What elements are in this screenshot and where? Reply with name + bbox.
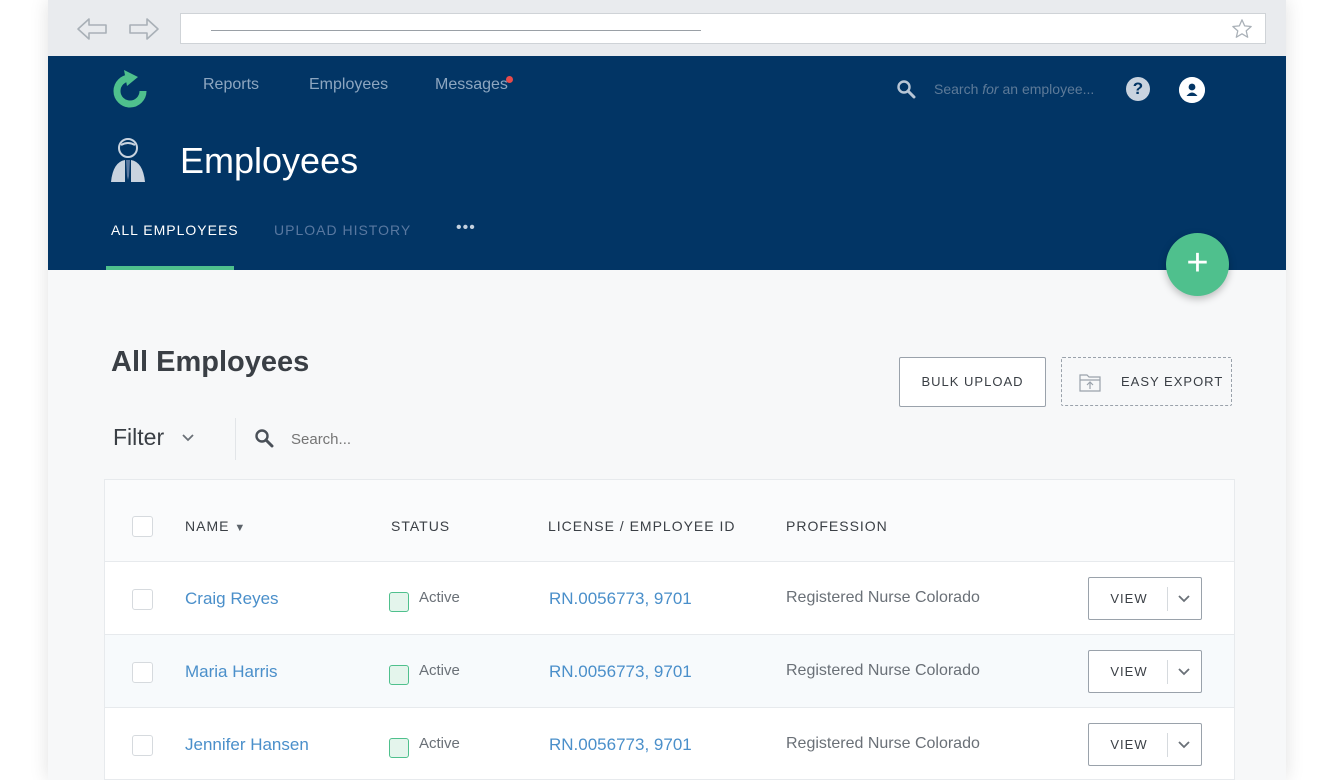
view-separator <box>1167 587 1168 611</box>
view-button[interactable]: VIEW <box>1088 577 1202 620</box>
more-tabs-icon[interactable]: ••• <box>456 219 476 237</box>
row-checkbox[interactable] <box>132 589 153 610</box>
search-placeholder-italic: for <box>982 81 999 97</box>
column-header-profession[interactable]: PROFESSION <box>786 518 888 534</box>
view-label: VIEW <box>1110 664 1148 679</box>
sort-down-icon: ▼ <box>234 522 247 534</box>
search-placeholder-prefix: Search <box>934 81 983 97</box>
table-row: Craig Reyes Active RN.0056773, 9701 Regi… <box>105 562 1234 635</box>
help-icon[interactable]: ? <box>1126 77 1150 101</box>
search-icon <box>255 429 274 448</box>
app-logo-icon[interactable] <box>110 66 150 112</box>
search-placeholder-suffix: an employee... <box>998 81 1095 97</box>
table-row: Jennifer Hansen Active RN.0056773, 9701 … <box>105 708 1234 780</box>
page-title: Employees <box>180 140 359 181</box>
status-indicator <box>389 592 409 612</box>
view-label: VIEW <box>1110 737 1148 752</box>
employee-name-link[interactable]: Craig Reyes <box>185 589 279 609</box>
employee-name-link[interactable]: Maria Harris <box>185 662 278 682</box>
status-text: Active <box>419 735 460 752</box>
forward-arrow-icon[interactable] <box>128 16 160 42</box>
browser-window: Reports Employees Messages Search for an… <box>48 0 1286 780</box>
row-checkbox[interactable] <box>132 735 153 756</box>
table-search-input[interactable] <box>291 431 491 448</box>
filter-dropdown[interactable]: Filter <box>113 424 164 451</box>
name-header-label: NAME <box>185 518 230 534</box>
license-link[interactable]: RN.0056773, 9701 <box>549 662 692 682</box>
filter-divider <box>235 418 236 460</box>
chevron-down-icon[interactable] <box>1177 594 1191 604</box>
status-text: Active <box>419 589 460 606</box>
nav-employees[interactable]: Employees <box>309 76 388 94</box>
status-indicator <box>389 738 409 758</box>
add-employee-button[interactable]: + <box>1166 233 1229 296</box>
url-placeholder-line <box>211 30 701 31</box>
row-checkbox[interactable] <box>132 662 153 683</box>
license-link[interactable]: RN.0056773, 9701 <box>549 735 692 755</box>
column-header-license[interactable]: LICENSE / EMPLOYEE ID <box>548 518 736 534</box>
employee-search-input[interactable]: Search for an employee... <box>934 81 1094 97</box>
license-link[interactable]: RN.0056773, 9701 <box>549 589 692 609</box>
employees-table: NAME ▼ STATUS LICENSE / EMPLOYEE ID PROF… <box>104 479 1235 780</box>
status-text: Active <box>419 662 460 679</box>
view-label: VIEW <box>1110 591 1148 606</box>
star-icon[interactable] <box>1231 18 1253 40</box>
search-icon[interactable] <box>896 79 916 99</box>
column-header-status[interactable]: STATUS <box>391 518 450 534</box>
nav-messages[interactable]: Messages <box>435 76 508 94</box>
profession-text: Registered Nurse Colorado <box>786 589 980 606</box>
chevron-down-icon[interactable] <box>1177 667 1191 677</box>
table-header: NAME ▼ STATUS LICENSE / EMPLOYEE ID PROF… <box>105 480 1234 562</box>
view-separator <box>1167 733 1168 757</box>
folder-upload-icon <box>1079 374 1101 392</box>
profession-text: Registered Nurse Colorado <box>786 662 980 679</box>
active-tab-indicator <box>106 266 234 270</box>
bulk-upload-button[interactable]: BULK UPLOAD <box>899 357 1046 407</box>
tab-upload-history[interactable]: UPLOAD HISTORY <box>274 222 411 238</box>
chevron-down-icon[interactable] <box>1177 740 1191 750</box>
view-button[interactable]: VIEW <box>1088 650 1202 693</box>
status-indicator <box>389 665 409 685</box>
tab-all-employees[interactable]: ALL EMPLOYEES <box>111 222 239 238</box>
employee-name-link[interactable]: Jennifer Hansen <box>185 735 309 755</box>
easy-export-button[interactable]: EASY EXPORT <box>1061 357 1232 406</box>
profession-text: Registered Nurse Colorado <box>786 735 980 752</box>
select-all-checkbox[interactable] <box>132 516 153 537</box>
table-row: Maria Harris Active RN.0056773, 9701 Reg… <box>105 635 1234 708</box>
column-header-name[interactable]: NAME ▼ <box>185 518 246 534</box>
section-title: All Employees <box>111 346 310 378</box>
notification-dot <box>506 76 513 83</box>
browser-toolbar <box>48 0 1286 56</box>
view-button[interactable]: VIEW <box>1088 723 1202 766</box>
nav-reports[interactable]: Reports <box>203 76 259 94</box>
back-arrow-icon[interactable] <box>76 16 108 42</box>
view-separator <box>1167 660 1168 684</box>
app-header: Reports Employees Messages Search for an… <box>48 56 1286 270</box>
chevron-down-icon[interactable] <box>181 432 195 444</box>
easy-export-label: EASY EXPORT <box>1121 374 1224 389</box>
user-avatar-icon[interactable] <box>1179 77 1205 103</box>
employee-icon <box>111 138 145 182</box>
address-bar[interactable] <box>180 13 1266 44</box>
